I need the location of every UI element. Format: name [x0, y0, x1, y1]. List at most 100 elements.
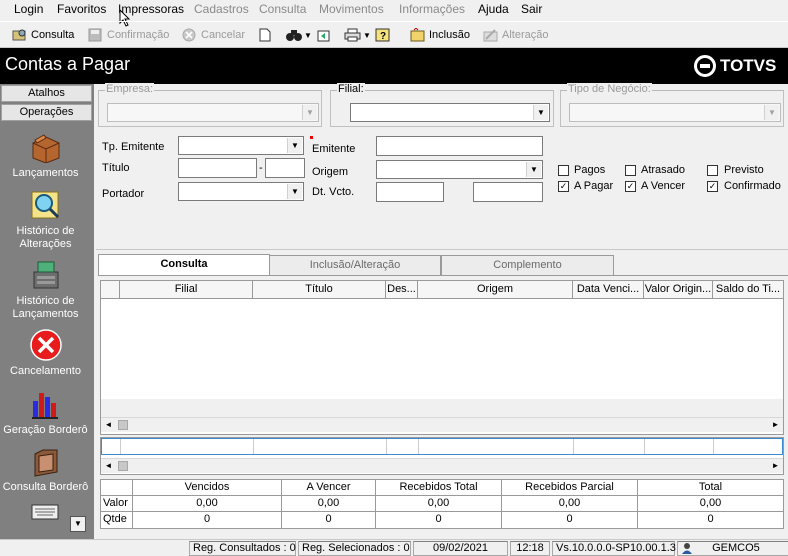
app-title-bar: Contas a Pagar TOTVS — [0, 48, 788, 84]
emitente-field[interactable] — [376, 136, 543, 156]
totals-cell: 0 — [376, 512, 502, 528]
a-pagar-checkbox[interactable]: ✓ — [558, 181, 569, 192]
sidebar-item-historico-alteracoes[interactable]: Histórico de Alterações — [0, 188, 91, 251]
a-vencer-label: A Vencer — [641, 180, 686, 192]
sidebar-item-lancamentos[interactable]: Lançamentos — [0, 131, 91, 180]
grid-col-origem[interactable]: Origem — [418, 281, 573, 299]
sidebar-item-consulta-bordero[interactable]: Consulta Borderô — [0, 444, 91, 494]
totals-header-recebidos-parcial: Recebidos Parcial — [502, 480, 638, 496]
dt-vcto-from-field[interactable] — [376, 182, 444, 202]
status-date: 09/02/2021 — [413, 541, 508, 556]
printer-icon — [344, 28, 361, 42]
totals-header-blank — [101, 480, 133, 496]
print-button[interactable]: ▼ — [344, 28, 371, 42]
sidebar-tab-operacoes[interactable]: Operações — [1, 104, 92, 121]
menu-movimentos[interactable]: Movimentos — [319, 2, 384, 16]
dt-vcto-to-field[interactable] — [473, 182, 543, 202]
search-button[interactable]: ▼ — [285, 28, 312, 42]
toolbar: Consulta Confirmação Cancelar ▼ ▼ ? Incl… — [0, 21, 788, 48]
totvs-logo-icon — [694, 55, 716, 77]
consulta-button[interactable]: Consulta — [12, 28, 74, 42]
menu-favoritos[interactable]: Favoritos — [57, 2, 106, 16]
scroll-thumb[interactable] — [118, 420, 128, 430]
tab-consulta[interactable]: Consulta — [98, 254, 270, 276]
a-vencer-checkbox[interactable]: ✓ — [625, 181, 636, 192]
cancelar-button[interactable]: Cancelar — [182, 28, 245, 42]
scroll-thumb[interactable] — [118, 461, 128, 471]
grid-col-selector[interactable] — [101, 281, 120, 299]
keyboard-icon[interactable] — [31, 502, 59, 522]
menu-login[interactable]: Login — [14, 2, 43, 16]
sidebar-item-label: Histórico de Lançamentos — [12, 295, 79, 320]
sidebar-item-cancelamento[interactable]: Cancelamento — [0, 328, 91, 378]
tab-inclusao-alteracao[interactable]: Inclusão/Alteração — [269, 255, 441, 275]
alteracao-button[interactable]: Alteração — [483, 28, 548, 42]
scroll-left-icon[interactable]: ◄ — [101, 459, 116, 473]
totals-cell: 0,00 — [133, 496, 282, 512]
filial-combo[interactable]: ▼ — [350, 103, 550, 122]
sidebar-item-historico-lancamentos[interactable]: Histórico de Lançamentos — [0, 258, 91, 321]
scroll-right-icon[interactable]: ► — [768, 418, 783, 432]
grid-col-filial[interactable]: Filial — [120, 281, 253, 299]
scroll-left-icon[interactable]: ◄ — [101, 418, 116, 432]
menu-sair[interactable]: Sair — [521, 2, 542, 16]
sidebar-tab-atalhos[interactable]: Atalhos — [1, 85, 92, 102]
menu-consulta[interactable]: Consulta — [259, 2, 306, 16]
dt-vcto-label: Dt. Vcto. — [312, 186, 355, 198]
grid-horizontal-scrollbar[interactable]: ◄ ► — [101, 417, 783, 432]
totals-header-total: Total — [638, 480, 783, 496]
menu-bar: Login Favoritos Impressoras Cadastros Co… — [0, 0, 788, 27]
folder-icon — [34, 449, 57, 477]
sidebar-item-geracao-bordero[interactable]: Geração Borderô — [0, 387, 91, 437]
scroll-right-icon[interactable]: ► — [768, 459, 783, 473]
grid-col-saldo-titulo[interactable]: Saldo do Ti... — [713, 281, 783, 299]
status-user: GEMCO5 — [712, 542, 760, 554]
titulo-parcela-field[interactable] — [265, 158, 305, 178]
status-reg-consultados: Reg. Consultados : 0 — [189, 541, 296, 556]
new-document-button[interactable] — [259, 28, 271, 42]
confirmado-checkbox[interactable]: ✓ — [707, 181, 718, 192]
menu-informacoes[interactable]: Informações — [399, 2, 465, 16]
origem-combo[interactable]: ▼ — [376, 160, 543, 179]
totals-cell: 0 — [133, 512, 282, 528]
tipo-negocio-combo[interactable]: ▼ — [569, 103, 781, 122]
pagos-checkbox[interactable] — [558, 165, 569, 176]
grid-col-titulo[interactable]: Título — [253, 281, 386, 299]
menu-ajuda[interactable]: Ajuda — [478, 2, 509, 16]
tp-emitente-combo[interactable]: ▼ — [178, 136, 304, 155]
grid-col-des[interactable]: Des... — [386, 281, 418, 299]
tab-complemento[interactable]: Complemento — [441, 255, 614, 275]
chevron-down-icon: ▼ — [302, 105, 317, 120]
grid-col-valor-original[interactable]: Valor Origin... — [644, 281, 713, 299]
previsto-checkbox[interactable] — [707, 165, 718, 176]
confirmacao-button[interactable]: Confirmação — [88, 28, 169, 42]
alteracao-label: Alteração — [502, 29, 549, 41]
status-time: 12:18 — [510, 541, 550, 556]
confirmado-label: Confirmado — [724, 180, 781, 192]
chevron-down-icon: ▼ — [764, 105, 779, 120]
totals-header-vencidos: Vencidos — [133, 480, 282, 496]
export-button[interactable] — [317, 28, 331, 42]
totals-row-label: Valor — [101, 496, 133, 512]
sidebar-scroll-down-button[interactable]: ▼ — [70, 516, 86, 532]
tipo-negocio-group: Tipo de Negócio: ▼ — [560, 83, 784, 127]
summary-selected-row[interactable] — [101, 438, 783, 455]
grid-col-data-vencimento[interactable]: Data Venci... — [573, 281, 644, 299]
atrasado-checkbox[interactable] — [625, 165, 636, 176]
empresa-combo[interactable]: ▼ — [107, 103, 319, 122]
inclusao-button[interactable]: Inclusão — [410, 28, 470, 42]
titulo-field[interactable] — [178, 158, 257, 178]
empresa-group: Empresa: ▼ — [98, 83, 322, 127]
results-grid[interactable]: Filial Título Des... Origem Data Venci..… — [100, 280, 784, 435]
chevron-down-icon: ▼ — [533, 105, 548, 120]
filial-label: Filial: — [337, 83, 365, 95]
menu-cadastros[interactable]: Cadastros — [194, 2, 249, 16]
summary-horizontal-scrollbar[interactable]: ◄ ► — [101, 458, 783, 473]
totals-row-label: Qtde — [101, 512, 133, 528]
portador-combo[interactable]: ▼ — [178, 182, 304, 201]
summary-grid[interactable]: ◄ ► — [100, 437, 784, 475]
help-button[interactable]: ? — [375, 28, 391, 42]
emitente-label: Emitente — [312, 143, 356, 155]
totals-header-a-vencer: A Vencer — [282, 480, 376, 496]
totals-table: Vencidos A Vencer Recebidos Total Recebi… — [100, 479, 784, 529]
